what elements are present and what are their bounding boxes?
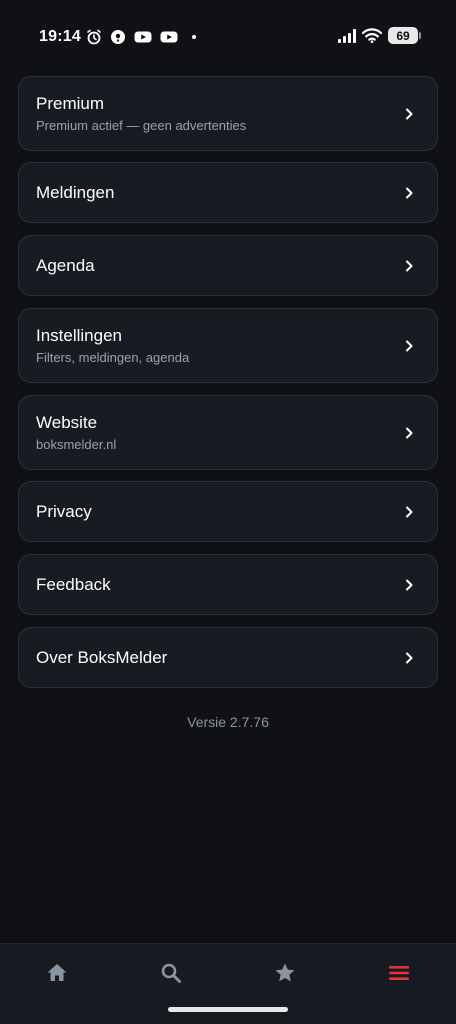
menu-item-title: Feedback: [36, 574, 111, 594]
menu-item-title: Meldingen: [36, 182, 115, 202]
menu-item-agenda[interactable]: Agenda: [18, 235, 438, 296]
status-icons-right: 69: [338, 27, 421, 44]
status-icons-left: [86, 29, 196, 45]
version-label: Versie 2.7.76: [187, 714, 269, 730]
wifi-icon: [362, 28, 382, 43]
location-icon: [111, 30, 125, 44]
star-icon: [275, 963, 295, 982]
menu-item-subtitle: boksmelder.nl: [36, 436, 117, 452]
status-time: 19:14: [39, 28, 81, 45]
home-indicator[interactable]: [168, 1007, 288, 1012]
chevron-right-icon: [406, 108, 413, 119]
nav-menu[interactable]: [386, 960, 412, 986]
menu-item-premium[interactable]: Premium Premium actief — geen advertenti…: [18, 76, 438, 151]
status-bar: 19:14 69: [0, 0, 456, 72]
chevron-right-icon: [406, 579, 413, 590]
nav-search[interactable]: [158, 960, 184, 986]
menu-item-subtitle: Filters, meldingen, agenda: [36, 349, 190, 365]
home-icon: [47, 964, 67, 981]
menu-item-title: Instellingen: [36, 325, 123, 345]
nav-favorites[interactable]: [272, 960, 298, 986]
battery-icon: 69: [388, 27, 421, 44]
youtube-icon: [160, 31, 178, 43]
menu-item-title: Agenda: [36, 255, 95, 275]
chevron-right-icon: [406, 340, 413, 351]
menu-item-over-boksmelder[interactable]: Over BoksMelder: [18, 627, 438, 688]
menu-icon: [389, 966, 409, 980]
nav-home[interactable]: [44, 960, 70, 986]
notification-dot: [192, 35, 196, 39]
chevron-right-icon: [406, 187, 413, 198]
chevron-right-icon: [406, 652, 413, 663]
menu-item-title: Over BoksMelder: [36, 647, 168, 667]
alarm-icon: [87, 29, 101, 45]
chevron-right-icon: [406, 427, 413, 438]
signal-icon: [338, 28, 356, 43]
chevron-right-icon: [406, 506, 413, 517]
battery-level: 69: [396, 28, 410, 43]
menu-item-title: Privacy: [36, 501, 92, 521]
menu-item-meldingen[interactable]: Meldingen: [18, 162, 438, 223]
screen: 19:14 69 Premium Premium actief — geen a…: [0, 0, 456, 1024]
menu-item-title: Premium: [36, 93, 105, 113]
menu-item-website[interactable]: Website boksmelder.nl: [18, 395, 438, 470]
menu-item-privacy[interactable]: Privacy: [18, 481, 438, 542]
menu-item-title: Website: [36, 412, 98, 432]
search-icon: [161, 963, 181, 983]
menu-item-feedback[interactable]: Feedback: [18, 554, 438, 615]
chevron-right-icon: [406, 260, 413, 271]
youtube-icon: [134, 31, 152, 43]
menu-item-subtitle: Premium actief — geen advertenties: [36, 117, 247, 133]
menu-item-instellingen[interactable]: Instellingen Filters, meldingen, agenda: [18, 308, 438, 383]
